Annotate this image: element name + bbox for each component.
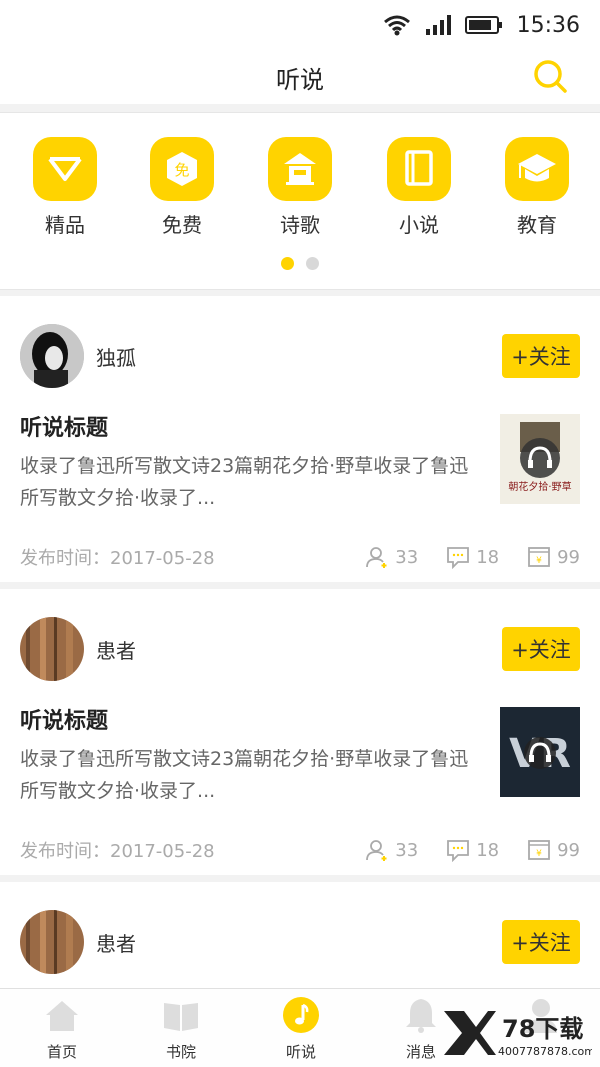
comments-stat[interactable]: 18 [446, 545, 499, 569]
coins-count: 99 [557, 839, 580, 861]
category-shige[interactable]: 诗歌 [255, 137, 345, 238]
page-title: 听说 [276, 65, 324, 94]
comments-count: 18 [476, 546, 500, 568]
watermark-brand: 78下载 [502, 1015, 583, 1043]
watermark-site: 4007787878.com [498, 1045, 592, 1058]
signal-icon [425, 15, 451, 35]
post-title[interactable]: 听说标题 [20, 410, 108, 442]
post-card[interactable]: 患者 +关注 听说标题 收录了鲁迅所写散文诗23篇朝花夕拾·野草收录了鲁迅所写散… [0, 589, 600, 875]
tab-label: 听说 [285, 1043, 316, 1061]
follow-button[interactable]: +关注 [502, 334, 580, 378]
category-label: 诗歌 [280, 213, 320, 237]
post-date: 发布时间：2017-05-28 [20, 548, 215, 569]
app-header: 听说 [0, 50, 600, 104]
category-label: 免费 [162, 213, 202, 237]
post-description: 收录了鲁迅所写散文诗23篇朝花夕拾·野草收录了鲁迅所写散文夕拾·收录了... [20, 455, 469, 509]
likes-count: 33 [395, 839, 419, 861]
category-grid: 精品 免 免费 诗歌 小说 教育 [0, 112, 600, 290]
page-indicator [0, 257, 600, 270]
post-description: 收录了鲁迅所写散文诗23篇朝花夕拾·野草收录了鲁迅所写散文夕拾·收录了... [20, 748, 469, 802]
avatar[interactable] [20, 324, 84, 388]
tab-tingshuo[interactable]: 听说 [261, 995, 341, 1062]
page-dot[interactable] [306, 257, 319, 270]
bell-icon [406, 999, 436, 1033]
page-dot-active[interactable] [281, 257, 294, 270]
comments-stat[interactable]: 18 [446, 838, 499, 862]
coins-count: 99 [557, 546, 580, 568]
tab-label: 书院 [165, 1043, 196, 1061]
comments-count: 18 [476, 839, 500, 861]
category-mianfei[interactable]: 免 免费 [137, 137, 227, 238]
tab-academy[interactable]: 书院 [141, 995, 221, 1062]
coins-stat[interactable]: ¥99 [527, 838, 580, 862]
likes-stat[interactable]: 33 [365, 545, 418, 569]
status-bar: 15:36 [0, 0, 600, 50]
follow-button[interactable]: +关注 [502, 920, 580, 964]
pavilion-icon [268, 137, 332, 201]
svg-text:¥: ¥ [536, 849, 542, 859]
avatar[interactable] [20, 617, 84, 681]
graduation-cap-icon [505, 137, 569, 201]
username[interactable]: 患者 [96, 928, 136, 957]
book-open-icon [164, 1003, 198, 1031]
book-icon [387, 137, 451, 201]
user-plus-icon [366, 840, 387, 861]
watermark: 78下载 4007787878.com [442, 1001, 595, 1061]
svg-text:¥: ¥ [536, 556, 542, 566]
username[interactable]: 独孤 [96, 342, 136, 371]
post-meta: 发布时间：2017-05-28 33 18 ¥99 [20, 542, 580, 572]
comment-icon [447, 840, 470, 862]
home-icon [46, 1001, 78, 1031]
avatar[interactable] [20, 910, 84, 974]
thumbnail-caption: 朝花夕拾·野草 [508, 480, 571, 493]
post-card[interactable]: 患者 +关注 [0, 882, 600, 988]
post-date: 发布时间：2017-05-28 [20, 841, 215, 862]
follow-button[interactable]: +关注 [502, 627, 580, 671]
free-badge-icon: 免 [150, 137, 214, 201]
search-icon[interactable] [532, 58, 568, 94]
free-badge-text: 免 [174, 161, 189, 179]
coin-icon: ¥ [528, 547, 550, 567]
music-note-icon [283, 997, 319, 1033]
comment-icon [447, 547, 470, 569]
category-jingpin[interactable]: 精品 [20, 137, 110, 238]
coins-stat[interactable]: ¥99 [527, 545, 580, 569]
likes-stat[interactable]: 33 [365, 838, 418, 862]
battery-icon [464, 16, 502, 34]
username[interactable]: 患者 [96, 635, 136, 664]
category-xiaoshuo[interactable]: 小说 [374, 137, 464, 238]
post-thumbnail[interactable]: VR [500, 707, 580, 797]
status-time: 15:36 [516, 12, 580, 38]
category-jiaoyu[interactable]: 教育 [492, 137, 582, 238]
tab-label: 首页 [46, 1043, 77, 1061]
likes-count: 33 [395, 546, 419, 568]
post-meta: 发布时间：2017-05-28 33 18 ¥99 [20, 835, 580, 865]
user-plus-icon [366, 547, 387, 568]
category-label: 小说 [399, 213, 439, 237]
post-card[interactable]: 独孤 +关注 听说标题 收录了鲁迅所写散文诗23篇朝花夕拾·野草收录了鲁迅所写散… [0, 296, 600, 582]
diamond-icon [33, 137, 97, 201]
category-label: 精品 [45, 213, 85, 237]
post-title[interactable]: 听说标题 [20, 703, 108, 735]
wifi-icon [383, 15, 410, 36]
category-label: 教育 [517, 213, 557, 237]
coin-icon: ¥ [528, 840, 550, 860]
tab-home[interactable]: 首页 [22, 995, 102, 1062]
post-thumbnail[interactable]: 朝花夕拾·野草 [500, 414, 580, 504]
